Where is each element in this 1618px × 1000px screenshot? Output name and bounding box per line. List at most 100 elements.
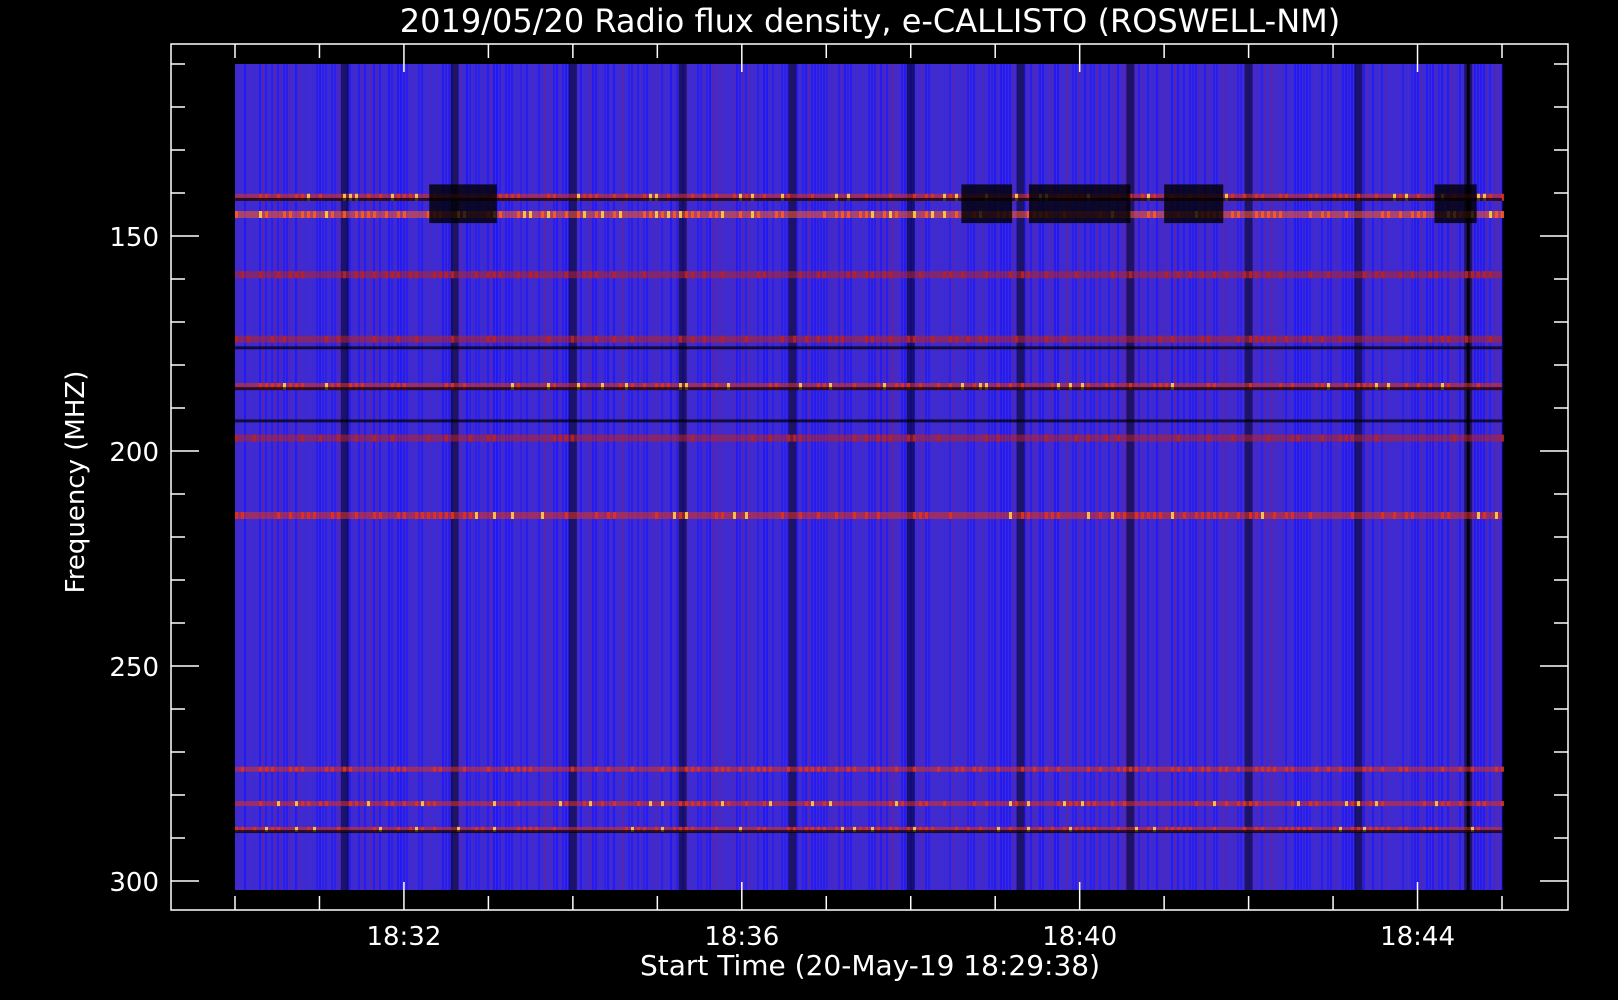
band-speckle xyxy=(721,766,724,772)
band-speckle xyxy=(1441,335,1444,343)
band-speckle xyxy=(1363,766,1366,772)
noise-column xyxy=(559,64,561,890)
band-speckle xyxy=(1123,512,1126,519)
band-speckle xyxy=(403,512,406,519)
noise-column xyxy=(397,64,399,890)
noise-column xyxy=(1495,64,1497,890)
noise-column xyxy=(709,64,711,890)
band-speckle xyxy=(607,512,610,519)
dark-block xyxy=(429,184,497,224)
band-speckle xyxy=(1075,434,1078,442)
band-speckle xyxy=(1375,434,1378,442)
noise-column xyxy=(589,64,591,890)
band-speckle xyxy=(487,766,490,772)
band-speckle xyxy=(1369,801,1372,807)
band-speckle xyxy=(811,801,814,807)
noise-column xyxy=(1345,64,1347,890)
band-speckle xyxy=(829,335,832,343)
band-speckle xyxy=(1063,335,1066,343)
band-speckle xyxy=(445,512,448,519)
noise-column xyxy=(1240,64,1242,890)
band-speckle xyxy=(913,211,916,218)
noise-column xyxy=(694,64,696,890)
band-speckle xyxy=(1273,512,1276,519)
band-speckle xyxy=(1345,211,1348,218)
noise-column xyxy=(751,64,753,890)
band-speckle xyxy=(1339,766,1342,772)
noise-column xyxy=(1369,64,1371,890)
noise-column xyxy=(1144,64,1146,890)
band-speckle xyxy=(373,335,376,343)
noise-column xyxy=(748,64,750,890)
noise-column xyxy=(265,64,267,890)
band-speckle xyxy=(1309,211,1312,218)
noise-column xyxy=(511,64,513,890)
band-speckle xyxy=(349,766,352,772)
band-speckle xyxy=(805,335,808,343)
noise-column xyxy=(634,64,636,890)
band-speckle xyxy=(793,434,796,442)
noise-column xyxy=(862,64,864,890)
noise-column xyxy=(640,64,642,890)
band-speckle xyxy=(1315,766,1318,772)
noise-column xyxy=(931,64,933,890)
band-speckle xyxy=(1297,434,1300,442)
band-speckle xyxy=(1171,766,1174,772)
band-speckle xyxy=(565,801,568,807)
band-speckle xyxy=(883,211,886,218)
band-speckle xyxy=(325,335,328,343)
band-speckle xyxy=(1309,335,1312,343)
noise-column xyxy=(508,64,510,890)
noise-column xyxy=(1399,64,1401,890)
noise-column xyxy=(1477,64,1479,890)
noise-column xyxy=(1336,64,1338,890)
noise-column xyxy=(256,64,258,890)
band-speckle xyxy=(307,512,310,519)
band-speckle xyxy=(373,434,376,442)
band-speckle xyxy=(295,801,298,807)
band-speckle xyxy=(451,335,454,343)
noise-column xyxy=(1315,64,1317,890)
noise-column xyxy=(742,64,744,890)
noise-column xyxy=(1390,64,1392,890)
band-speckle xyxy=(679,335,682,343)
noise-column xyxy=(349,64,351,890)
band-speckle xyxy=(517,271,520,279)
noise-column xyxy=(1387,64,1389,890)
noise-column xyxy=(1306,64,1308,890)
band-speckle xyxy=(301,211,304,218)
band-speckle xyxy=(253,434,256,442)
band-speckle xyxy=(703,335,706,343)
noise-column xyxy=(370,64,372,890)
band-speckle xyxy=(397,335,400,343)
band-speckle xyxy=(1147,766,1150,772)
band-speckle xyxy=(1393,512,1396,519)
noise-column xyxy=(337,64,339,890)
band-speckle xyxy=(1159,512,1162,519)
band-speckle xyxy=(259,801,262,807)
band-speckle xyxy=(1321,211,1324,218)
band-speckle xyxy=(1171,512,1174,519)
noise-column xyxy=(532,64,534,890)
band-speckle xyxy=(1267,271,1270,279)
noise-column xyxy=(703,64,705,890)
band-speckle xyxy=(769,766,772,772)
band-speckle xyxy=(685,766,688,772)
noise-column xyxy=(715,64,717,890)
band-speckle xyxy=(949,512,952,519)
band-speckle xyxy=(1501,211,1504,218)
band-speckle xyxy=(439,512,442,519)
band-speckle xyxy=(613,801,616,807)
noise-column xyxy=(520,64,522,890)
band-speckle xyxy=(871,766,874,772)
noise-column xyxy=(1372,64,1374,890)
band-speckle xyxy=(331,512,334,519)
noise-column xyxy=(1282,64,1284,890)
noise-column xyxy=(1153,64,1155,890)
band-speckle xyxy=(517,211,520,218)
band-speckle xyxy=(277,512,280,519)
band-speckle xyxy=(583,801,586,807)
band-speckle xyxy=(1411,271,1414,279)
noise-column xyxy=(619,64,621,890)
band-speckle xyxy=(451,271,454,279)
